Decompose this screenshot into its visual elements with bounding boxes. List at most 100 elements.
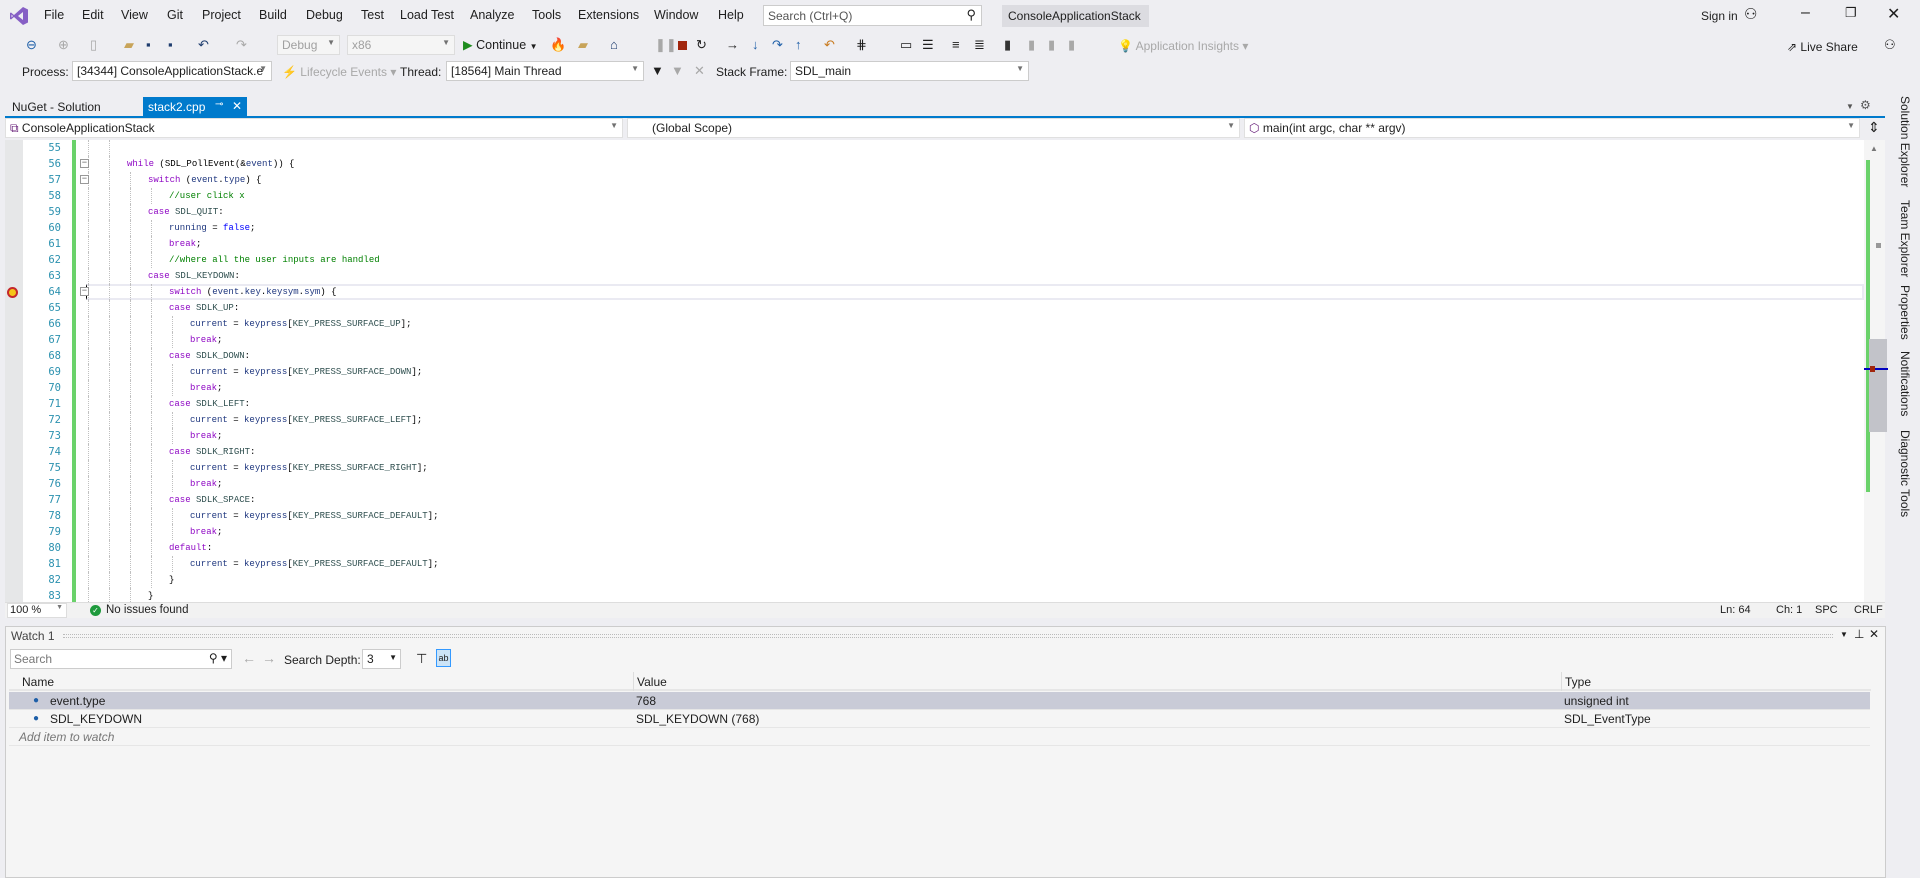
- new-project-icon[interactable]: ▯: [90, 37, 97, 53]
- code-line[interactable]: case SDL_QUIT:: [5, 204, 1864, 220]
- title-grip[interactable]: [63, 634, 1833, 638]
- save-all-icon[interactable]: ▪: [168, 37, 173, 53]
- next-bookmark-icon[interactable]: ▮: [1048, 37, 1055, 53]
- menu-project[interactable]: Project: [202, 8, 241, 22]
- code-line[interactable]: case SDLK_LEFT:: [5, 396, 1864, 412]
- call-stack-icon[interactable]: ☰: [922, 37, 934, 53]
- pin-panel-icon[interactable]: ⊥: [1854, 627, 1864, 641]
- code-line[interactable]: break;: [5, 380, 1864, 396]
- tab-overflow-icon[interactable]: ▼: [1846, 102, 1854, 111]
- column-header-name[interactable]: Name: [22, 675, 54, 689]
- code-line[interactable]: current = keypress[KEY_PRESS_SURFACE_RIG…: [5, 460, 1864, 476]
- close-panel-icon[interactable]: ✕: [1869, 627, 1879, 641]
- menu-help[interactable]: Help: [718, 8, 744, 22]
- column-header-value[interactable]: Value: [633, 672, 667, 691]
- code-line[interactable]: current = keypress[KEY_PRESS_SURFACE_UP]…: [5, 316, 1864, 332]
- menu-file[interactable]: File: [44, 8, 64, 22]
- menu-build[interactable]: Build: [259, 8, 287, 22]
- menu-extensions[interactable]: Extensions: [578, 8, 639, 22]
- code-line[interactable]: }: [5, 588, 1864, 602]
- code-line[interactable]: default:: [5, 540, 1864, 556]
- forward-icon[interactable]: ⊕: [58, 37, 69, 53]
- code-line[interactable]: current = keypress[KEY_PRESS_SURFACE_DEF…: [5, 556, 1864, 572]
- add-item-row[interactable]: Add item to watch: [9, 728, 1870, 746]
- code-line[interactable]: //user click x: [5, 188, 1864, 204]
- open-file-icon[interactable]: ▰: [124, 37, 134, 53]
- minimize-button[interactable]: –: [1801, 4, 1810, 22]
- pin-icon[interactable]: ⊸: [215, 99, 223, 110]
- side-tab-solution-explorer[interactable]: Solution Explorer: [1898, 96, 1912, 187]
- app-insights-button[interactable]: 💡 Application Insights ▾: [1118, 39, 1248, 53]
- code-line[interactable]: − switch (event.key.keysym.sym) {: [5, 284, 1864, 300]
- pin-source-icon[interactable]: ⊤: [416, 651, 427, 667]
- tab-nuget-solution[interactable]: NuGet - Solution: [12, 100, 101, 114]
- menu-window[interactable]: Window: [654, 8, 698, 22]
- menu-git[interactable]: Git: [167, 8, 183, 22]
- code-line[interactable]: current = keypress[KEY_PRESS_SURFACE_DOW…: [5, 364, 1864, 380]
- watch-name[interactable]: SDL_KEYDOWN: [50, 710, 142, 728]
- platform-dropdown[interactable]: x86 ▼: [347, 35, 455, 55]
- add-item-placeholder[interactable]: Add item to watch: [19, 728, 114, 746]
- collapse-icon[interactable]: −: [80, 175, 89, 184]
- split-window-icon[interactable]: ⇕: [1868, 119, 1880, 136]
- code-line[interactable]: current = keypress[KEY_PRESS_SURFACE_LEF…: [5, 412, 1864, 428]
- code-line[interactable]: case SDLK_UP:: [5, 300, 1864, 316]
- step-into-icon[interactable]: ↓: [752, 37, 759, 53]
- maximize-button[interactable]: ❐: [1845, 5, 1857, 21]
- sign-in-link[interactable]: Sign in: [1701, 9, 1738, 23]
- locals-icon[interactable]: ▭: [900, 37, 912, 53]
- live-share-button[interactable]: ⇗ Live Share: [1787, 40, 1858, 54]
- redo-icon[interactable]: ↷: [236, 37, 247, 53]
- code-line[interactable]: break;: [5, 524, 1864, 540]
- member-dropdown[interactable]: ⬡ main(int argc, char ** argv) ▼: [1244, 118, 1860, 138]
- scroll-up-arrow[interactable]: ▲: [1870, 144, 1878, 153]
- step-over-icon[interactable]: ↷: [772, 37, 783, 53]
- person-icon[interactable]: ⚇: [1744, 5, 1757, 23]
- column-header-type[interactable]: Type: [1561, 672, 1591, 691]
- code-line[interactable]: break;: [5, 236, 1864, 252]
- search-icon[interactable]: ⚲ ▾: [209, 651, 227, 665]
- menu-test[interactable]: Test: [361, 8, 384, 22]
- side-tab-diagnostic-tools[interactable]: Diagnostic Tools: [1898, 430, 1912, 517]
- restart-icon[interactable]: ↻: [696, 37, 707, 53]
- back-icon[interactable]: ⊖: [26, 37, 37, 53]
- code-line[interactable]: case SDLK_SPACE:: [5, 492, 1864, 508]
- code-line[interactable]: current = keypress[KEY_PRESS_SURFACE_DEF…: [5, 508, 1864, 524]
- flag-filter-icon[interactable]: ▼: [671, 63, 684, 79]
- menu-load-test[interactable]: Load Test: [400, 8, 454, 22]
- code-line[interactable]: }: [5, 572, 1864, 588]
- code-line[interactable]: case SDLK_DOWN:: [5, 348, 1864, 364]
- thread-dropdown[interactable]: [18564] Main Thread ▼: [446, 61, 644, 81]
- menu-view[interactable]: View: [121, 8, 148, 22]
- collapse-icon[interactable]: −: [80, 159, 89, 168]
- show-next-statement-icon[interactable]: →: [726, 37, 739, 53]
- bookmark-icon[interactable]: ▮: [1004, 37, 1011, 53]
- filter-icon[interactable]: ▼: [651, 63, 664, 79]
- watch-search-input[interactable]: Search ⚲ ▾: [10, 649, 232, 669]
- home-icon[interactable]: ⌂: [610, 37, 618, 53]
- current-statement-breakpoint-icon[interactable]: [7, 287, 18, 298]
- step-out-icon[interactable]: ↑: [795, 37, 802, 53]
- search-back-icon[interactable]: ←: [242, 650, 256, 666]
- zoom-dropdown[interactable]: 100 % ▼: [7, 603, 67, 618]
- code-line[interactable]: break;: [5, 476, 1864, 492]
- lifecycle-events-button[interactable]: ⚡ Lifecycle Events ▾: [282, 65, 396, 79]
- hot-reload-icon[interactable]: 🔥: [550, 37, 566, 53]
- collapse-icon[interactable]: −: [80, 287, 89, 296]
- stack-frame-dropdown[interactable]: SDL_main ▼: [790, 61, 1029, 81]
- step-back-icon[interactable]: ↶: [824, 37, 835, 53]
- watch-row[interactable]: ● SDL_KEYDOWN SDL_KEYDOWN (768) SDL_EventTy…: [9, 710, 1870, 728]
- editor-scrollbar[interactable]: ▲: [1864, 140, 1891, 602]
- code-line[interactable]: break;: [5, 428, 1864, 444]
- search-forward-icon[interactable]: →: [262, 650, 276, 666]
- code-line[interactable]: [5, 140, 1864, 156]
- code-line[interactable]: − switch (event.type) {: [5, 172, 1864, 188]
- uncomment-icon[interactable]: ≣: [974, 37, 985, 53]
- watch-value[interactable]: SDL_KEYDOWN (768): [636, 710, 759, 728]
- stop-icon[interactable]: [678, 41, 687, 50]
- side-tab-team-explorer[interactable]: Team Explorer: [1898, 200, 1912, 277]
- menu-tools[interactable]: Tools: [532, 8, 561, 22]
- undo-icon[interactable]: ↶: [198, 37, 209, 53]
- tab-stack2-cpp[interactable]: stack2.cpp ⊸ ✕: [143, 97, 247, 117]
- scope-dropdown[interactable]: (Global Scope) ▼: [627, 118, 1240, 138]
